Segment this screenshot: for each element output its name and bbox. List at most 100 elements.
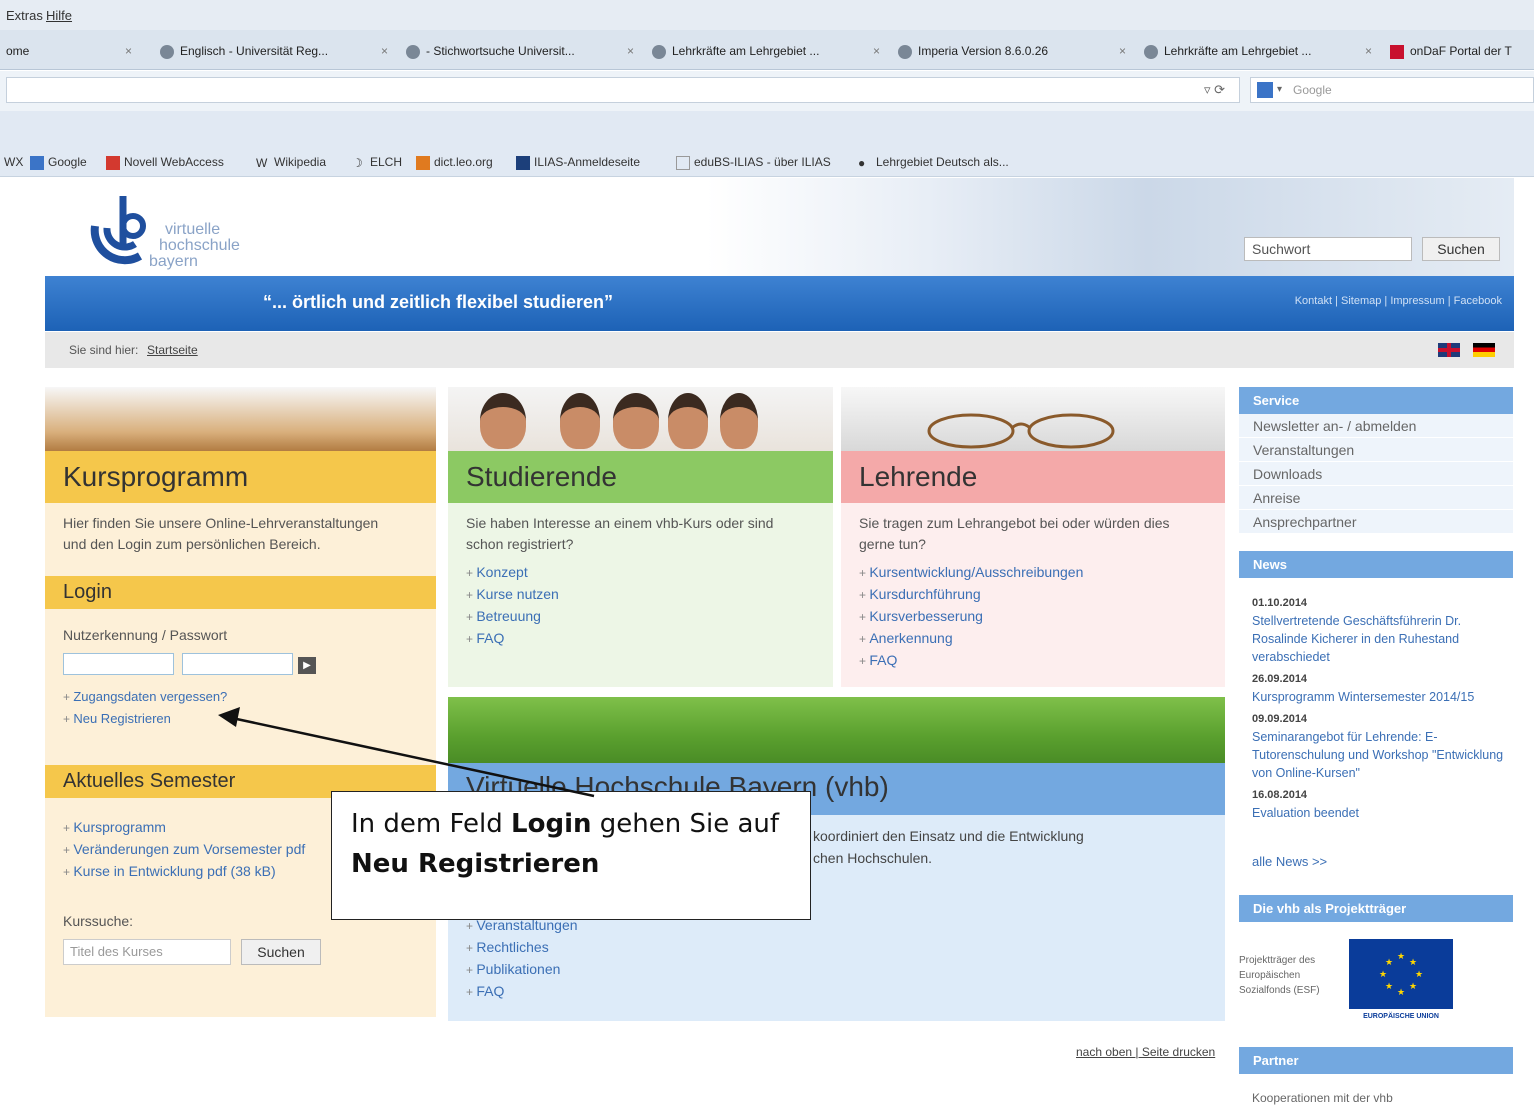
password-input[interactable] (182, 653, 293, 675)
browser-tab[interactable]: - Stichwortsuche Universit... × (406, 37, 648, 65)
browser-tab[interactable]: Lehrkräfte am Lehrgebiet ... × (1144, 37, 1386, 65)
studierende-link[interactable]: Konzept (466, 562, 559, 584)
chevron-down-icon[interactable]: ▾ (1277, 78, 1282, 102)
bookmark-item[interactable]: eduBS-ILIAS - über ILIAS (676, 155, 831, 170)
semester-link[interactable]: Veränderungen zum Vorsemester pdf (63, 839, 305, 861)
browser-search-input[interactable]: ▾ Google (1250, 77, 1534, 103)
close-icon[interactable]: × (873, 37, 880, 65)
lehrende-link[interactable]: Kursverbesserung (859, 606, 1083, 628)
bookmark-item[interactable]: W Wikipedia (256, 155, 326, 170)
service-item[interactable]: Ansprechpartner (1239, 510, 1513, 534)
kursprogramm-column: Kursprogramm Hier finden Sie unsere Onli… (45, 387, 436, 1017)
lehrende-link[interactable]: FAQ (859, 650, 1083, 672)
german-flag-icon[interactable] (1473, 343, 1495, 357)
page-icon: ☽ (352, 155, 363, 170)
close-icon[interactable]: × (125, 37, 132, 65)
studierende-link[interactable]: Betreuung (466, 606, 559, 628)
student-face (560, 393, 600, 449)
footer-links[interactable]: nach oben | Seite drucken (1076, 1045, 1215, 1059)
vhb-link[interactable]: Publikationen (466, 959, 578, 981)
browser-tab[interactable]: Imperia Version 8.6.0.26 × (898, 37, 1140, 65)
service-item[interactable]: Newsletter an- / abmelden (1239, 414, 1513, 438)
lehrende-link[interactable]: Kursentwicklung/Ausschreibungen (859, 562, 1083, 584)
semester-link[interactable]: Kurse in Entwicklung pdf (38 kB) (63, 861, 305, 883)
novell-icon (106, 155, 120, 170)
vhb-logo[interactable]: virtuelle hochschule bayern (85, 186, 305, 271)
bookmark-item[interactable]: dict.leo.org (416, 155, 493, 170)
bookmark-item[interactable]: Google (30, 155, 87, 170)
close-icon[interactable]: × (627, 37, 634, 65)
news-link[interactable]: Kursprogramm Wintersemester 2014/15 (1252, 688, 1512, 706)
register-link[interactable]: Neu Registrieren (63, 708, 227, 730)
english-flag-icon[interactable] (1438, 343, 1460, 357)
lehrende-title[interactable]: Lehrende (841, 451, 1225, 503)
url-input[interactable] (6, 77, 1240, 103)
bookmark-item[interactable]: Novell WebAccess (106, 155, 224, 170)
browser-menubar: Extras Hilfe (0, 0, 1534, 30)
breadcrumb-home-link[interactable]: Startseite (147, 343, 198, 357)
vhb-text: koordiniert den Einsatz und die Entwickl… (813, 828, 1084, 866)
browser-tab[interactable]: onDaF Portal der T (1390, 37, 1534, 65)
kursprogramm-title[interactable]: Kursprogramm (45, 451, 436, 503)
star-icon: ★ (1385, 981, 1394, 991)
vhb-link[interactable]: Rechtliches (466, 937, 578, 959)
all-news-link[interactable]: alle News >> (1252, 854, 1327, 869)
browser-tabbar: ome × Englisch - Universität Reg... × - St… (0, 30, 1534, 70)
esf-text: Projektträger des Europäischen Sozialfon… (1239, 955, 1320, 996)
close-icon[interactable]: × (1119, 37, 1126, 65)
slogan-bar: “... örtlich und zeitlich flexibel studi… (45, 276, 1514, 331)
menu-extras[interactable]: Extras (6, 8, 43, 23)
service-item[interactable]: Downloads (1239, 462, 1513, 486)
lehrende-link[interactable]: Kursdurchführung (859, 584, 1083, 606)
glasses-icon (927, 413, 1115, 449)
top-links[interactable]: Kontakt | Sitemap | Impressum | Facebook (1295, 295, 1502, 307)
close-icon[interactable]: × (381, 37, 388, 65)
studierende-title[interactable]: Studierende (448, 451, 833, 503)
news-list: 01.10.2014 Stellvertretende Geschäftsfüh… (1252, 594, 1512, 826)
bookmark-item[interactable]: WX (4, 155, 23, 169)
reload-icon[interactable]: ▿ ⟳ (1204, 82, 1225, 98)
close-icon[interactable]: × (1365, 37, 1372, 65)
logo-text: hochschule (159, 237, 240, 254)
browser-toolbar-space (0, 111, 1534, 149)
news-link[interactable]: Evaluation beendet (1252, 804, 1512, 822)
studierende-link[interactable]: Kurse nutzen (466, 584, 559, 606)
bookmark-item[interactable]: ILIAS-Anmeldeseite (516, 155, 640, 170)
course-search-input[interactable]: Titel des Kurses (63, 939, 231, 965)
bookmark-item[interactable]: ☽ ELCH (352, 155, 402, 170)
student-face (668, 393, 708, 449)
lehrende-links: Kursentwicklung/Ausschreibungen Kursdurc… (859, 562, 1083, 672)
login-submit-button[interactable]: ▶ (298, 657, 316, 674)
menu-hilfe[interactable]: Hilfe (46, 8, 72, 23)
login-heading: Login (45, 576, 436, 609)
semester-link[interactable]: Kursprogramm (63, 817, 305, 839)
service-item[interactable]: Anreise (1239, 486, 1513, 510)
login-label: Nutzerkennung / Passwort (63, 627, 228, 643)
service-list: Newsletter an- / abmelden Veranstaltunge… (1239, 414, 1513, 534)
globe-icon (652, 44, 666, 59)
news-link[interactable]: Stellvertretende Geschäftsführerin Dr. R… (1252, 612, 1512, 666)
bookmark-item[interactable]: ● Lehrgebiet Deutsch als... (858, 155, 1009, 170)
browser-tab[interactable]: Englisch - Universität Reg... × (160, 37, 402, 65)
google-icon (30, 155, 44, 170)
browser-tab[interactable]: Lehrkräfte am Lehrgebiet ... × (652, 37, 894, 65)
course-search-button[interactable]: Suchen (241, 939, 321, 965)
username-input[interactable] (63, 653, 174, 675)
star-icon: ★ (1409, 957, 1418, 967)
news-link[interactable]: Seminarangebot für Lehrende: E-Tutorensc… (1252, 728, 1512, 782)
forgot-credentials-link[interactable]: Zugangsdaten vergessen? (63, 686, 227, 708)
bookmarks-bar: WX Google Novell WebAccess W Wikipedia ☽ E… (0, 149, 1534, 177)
service-item[interactable]: Veranstaltungen (1239, 438, 1513, 462)
vhb-link[interactable]: FAQ (466, 981, 578, 1003)
partner-link[interactable]: Kooperationen mit der vhb (1252, 1091, 1393, 1105)
lehrende-link[interactable]: Anerkennung (859, 628, 1083, 650)
projekt-heading: Die vhb als Projektträger (1239, 895, 1513, 922)
students-image (448, 387, 833, 451)
studierende-links: Konzept Kurse nutzen Betreuung FAQ (466, 562, 559, 650)
site-header: virtuelle hochschule bayern Suchwort Suc… (45, 178, 1514, 276)
eu-flag-icon[interactable]: ★ ★ ★ ★ ★ ★ ★ ★ (1349, 939, 1453, 1009)
site-search-input[interactable]: Suchwort (1244, 237, 1412, 261)
studierende-link[interactable]: FAQ (466, 628, 559, 650)
site-search-button[interactable]: Suchen (1422, 237, 1500, 261)
browser-tab[interactable]: ome × (6, 37, 146, 65)
